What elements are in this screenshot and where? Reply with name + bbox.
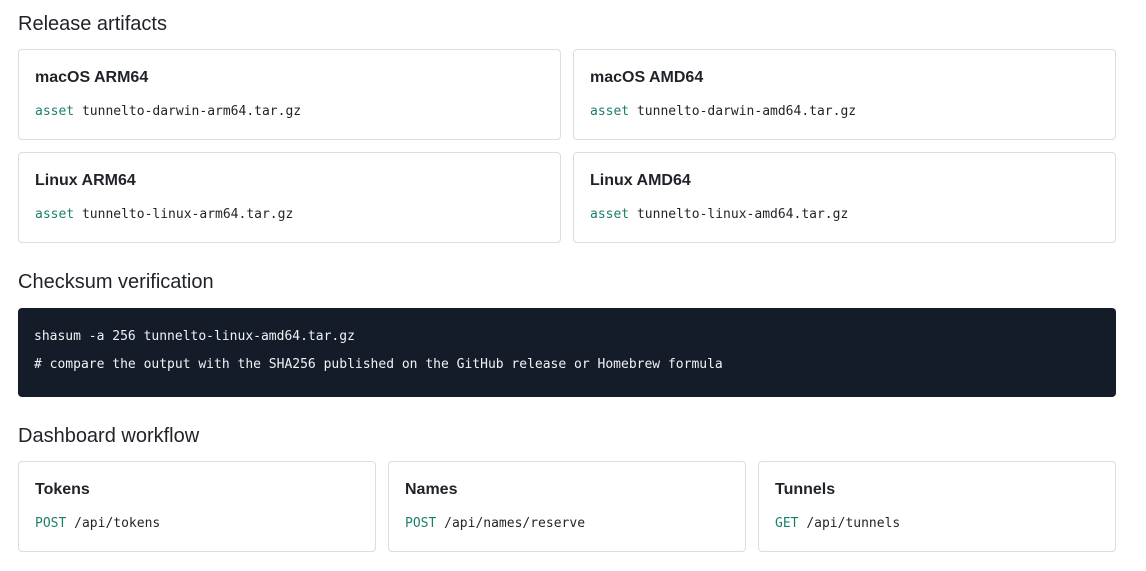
endpoint-line: GET /api/tunnels	[775, 515, 900, 533]
workflow-card-names: Names POST /api/names/reserve	[388, 461, 746, 552]
endpoint-path: /api/tokens	[74, 516, 161, 531]
code-line-comment: # compare the output with the SHA256 pub…	[34, 357, 723, 372]
artifact-card-macos-arm64: macOS ARM64 asset tunnelto-darwin-arm64.…	[18, 49, 561, 140]
workflow-card-title: Tokens	[35, 481, 90, 498]
asset-filename[interactable]: tunnelto-linux-amd64.tar.gz	[637, 207, 848, 222]
http-method: POST	[35, 516, 67, 531]
artifact-card-title: Linux ARM64	[35, 172, 136, 189]
endpoint-line: POST /api/names/reserve	[405, 515, 585, 533]
asset-filename[interactable]: tunnelto-darwin-amd64.tar.gz	[637, 104, 856, 119]
artifact-card-macos-amd64: macOS AMD64 asset tunnelto-darwin-amd64.…	[573, 49, 1116, 140]
asset-filename[interactable]: tunnelto-linux-arm64.tar.gz	[82, 207, 293, 222]
asset-label: asset	[35, 104, 75, 119]
workflow-card-tunnels: Tunnels GET /api/tunnels	[758, 461, 1116, 552]
workflow-card-title: Names	[405, 481, 458, 498]
release-artifacts-title: Release artifacts	[18, 13, 167, 35]
endpoint-path: /api/names/reserve	[444, 516, 586, 531]
checksum-code-block[interactable]: shasum -a 256 tunnelto-linux-amd64.tar.g…	[18, 308, 1116, 397]
artifact-card-linux-amd64: Linux AMD64 asset tunnelto-linux-amd64.t…	[573, 152, 1116, 243]
workflow-card-tokens: Tokens POST /api/tokens	[18, 461, 376, 552]
workflow-card-title: Tunnels	[775, 481, 836, 498]
asset-label: asset	[35, 207, 75, 222]
endpoint-path: /api/tunnels	[806, 516, 901, 531]
artifact-card-title: macOS ARM64	[35, 69, 149, 86]
http-method: POST	[405, 516, 437, 531]
asset-label: asset	[590, 104, 630, 119]
artifact-card-title: macOS AMD64	[590, 69, 704, 86]
artifact-asset-line: asset tunnelto-darwin-arm64.tar.gz	[35, 103, 301, 121]
asset-filename[interactable]: tunnelto-darwin-arm64.tar.gz	[82, 104, 301, 119]
artifact-asset-line: asset tunnelto-linux-arm64.tar.gz	[35, 206, 293, 224]
artifact-card-linux-arm64: Linux ARM64 asset tunnelto-linux-arm64.t…	[18, 152, 561, 243]
artifact-asset-line: asset tunnelto-darwin-amd64.tar.gz	[590, 103, 856, 121]
asset-label: asset	[590, 207, 630, 222]
endpoint-line: POST /api/tokens	[35, 515, 160, 533]
artifact-card-title: Linux AMD64	[590, 172, 691, 189]
code-line-command: shasum -a 256 tunnelto-linux-amd64.tar.g…	[34, 329, 355, 344]
dashboard-workflow-title: Dashboard workflow	[18, 425, 200, 447]
checksum-verification-title: Checksum verification	[18, 271, 214, 293]
http-method: GET	[775, 516, 799, 531]
artifact-asset-line: asset tunnelto-linux-amd64.tar.gz	[590, 206, 848, 224]
